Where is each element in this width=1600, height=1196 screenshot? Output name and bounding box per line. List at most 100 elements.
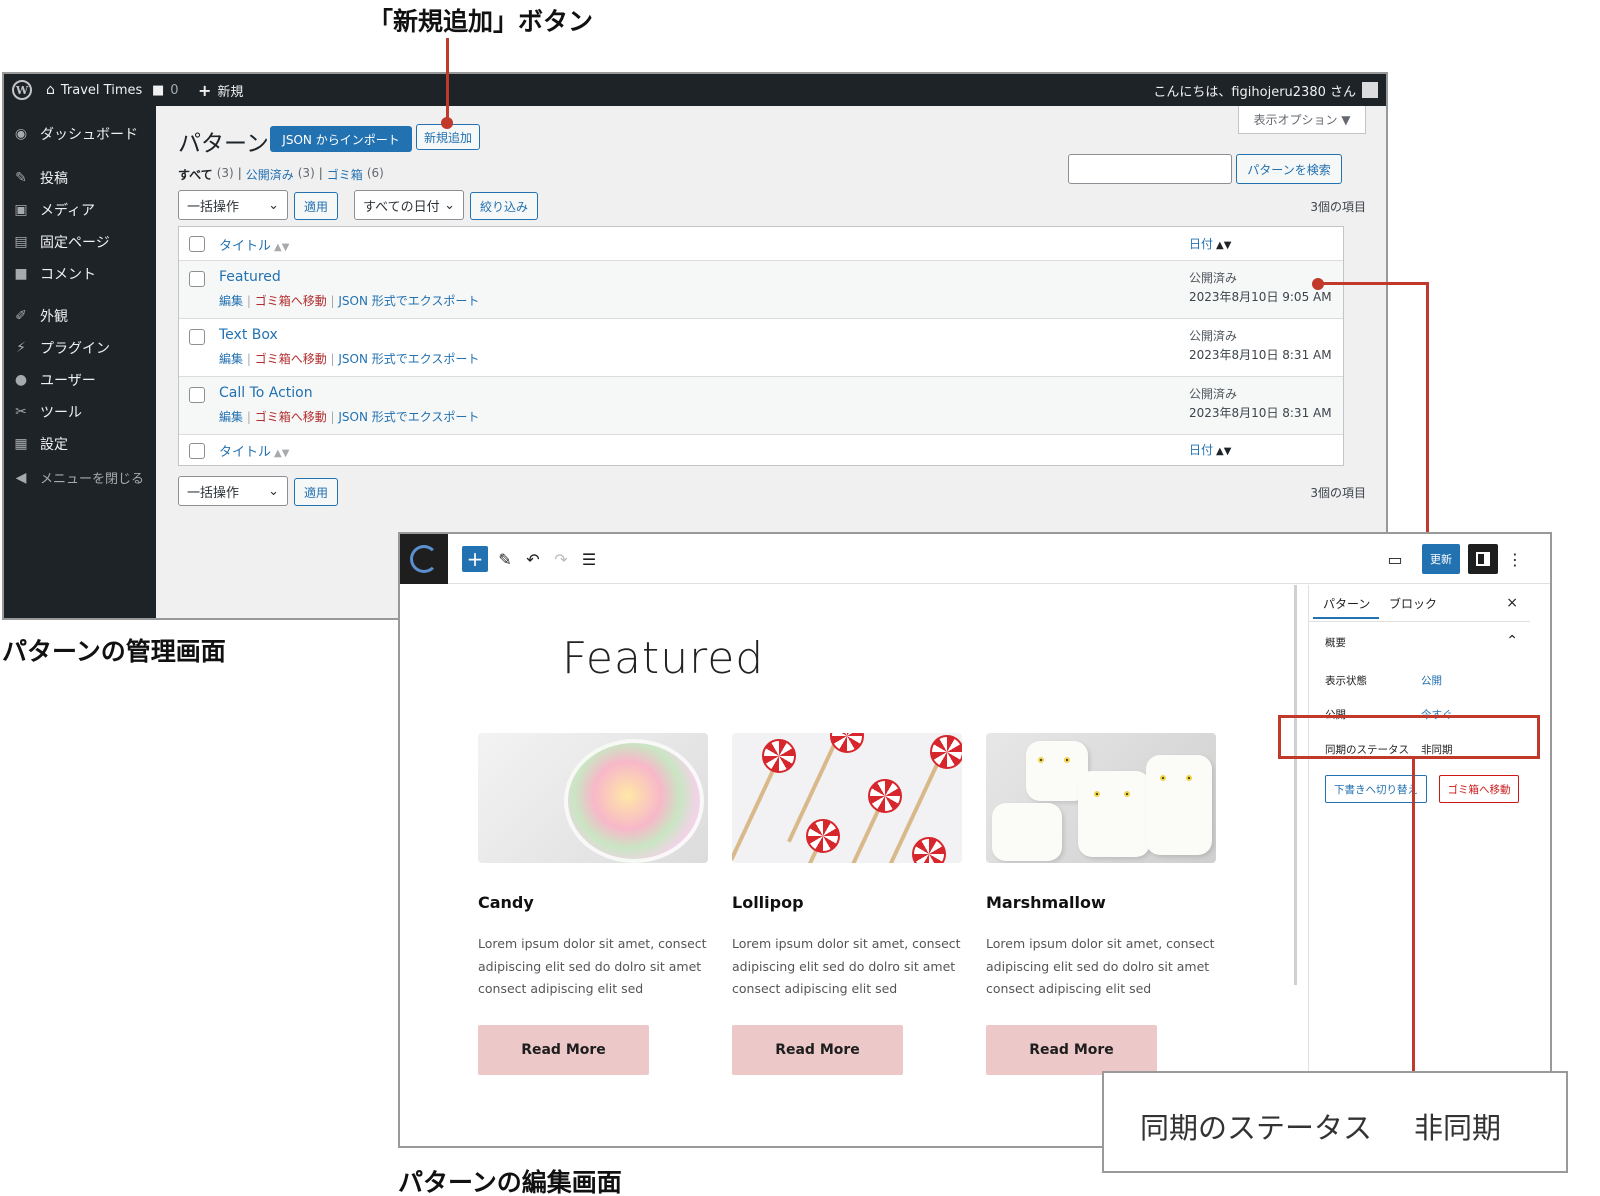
move-to-trash-button[interactable]: ゴミ箱へ移動 [1439,775,1519,803]
date-column-footer[interactable]: 日付 ▲▼ [1189,441,1231,458]
date-column-header[interactable]: 日付 ▲▼ [1189,235,1231,252]
site-name-link[interactable]: ⌂ Travel Times [46,74,142,106]
sidebar-item-3[interactable]: ▤ 固定ページ [12,232,109,252]
read-more-button[interactable]: Read More [986,1025,1157,1075]
editor-toolbar: + ✎ ↶ ↷ ☰ ▭ 更新 ⋮ [400,534,1550,584]
settings-icon: ▦ [14,436,28,452]
card-text[interactable]: Lorem ipsum dolor sit amet, consect adip… [986,933,1218,1001]
bulk-action-select-top[interactable]: 一括操作 ⌄ [178,190,288,220]
summary-panel-toggle[interactable]: 概要 [1325,635,1346,650]
chevron-up-icon[interactable]: ⌃ [1506,633,1518,649]
search-patterns-button[interactable]: パターンを検索 [1236,154,1342,184]
apply-button-top[interactable]: 適用 [294,192,338,220]
row-date: 2023年8月10日 8:31 AM [1189,406,1332,420]
title-column-footer[interactable]: タイトル ▲▼ [219,441,289,460]
marshmallow-image[interactable] [986,733,1216,863]
sidebar-item-5[interactable]: ✐ 外観 [12,306,68,326]
leader-line-featured-h [1318,282,1428,285]
leader-line-featured-v [1426,282,1429,532]
sidebar-item-label: 投稿 [40,171,68,187]
sidebar-item-6[interactable]: ⚡ プラグイン [12,338,110,358]
card-text[interactable]: Lorem ipsum dolor sit amet, consect adip… [732,933,964,1001]
filter-all[interactable]: すべて [178,166,213,183]
document-overview-button[interactable]: ☰ [576,546,602,572]
plus-icon: + [198,80,212,100]
patterns-table: タイトル ▲▼ 日付 ▲▼ Featured 編集 | ゴミ箱へ移動 | JSON … [178,226,1344,466]
filter-button[interactable]: 絞り込み [470,192,538,220]
card-title[interactable]: Marshmallow [986,893,1106,912]
account-menu[interactable]: こんにちは、figihojeru2380 さん [1153,74,1378,106]
sidebar-item-7[interactable]: ● ユーザー [12,370,96,390]
comment-icon: ■ [14,266,28,282]
row-checkbox[interactable] [189,329,205,345]
wp-logo-menu[interactable]: W [12,74,32,106]
status-filter-links: すべて (3) | 公開済み (3) | ゴミ箱 (6) [178,166,384,183]
row-title-link[interactable]: Call To Action [219,385,313,401]
filter-published[interactable]: 公開済み [246,166,294,183]
settings-toggle-button[interactable] [1468,544,1498,574]
filter-trash[interactable]: ゴミ箱 [327,166,363,183]
title-column-header[interactable]: タイトル ▲▼ [219,235,289,254]
lollipop-image[interactable] [732,733,962,863]
bulk-action-select-bottom[interactable]: 一括操作 ⌄ [178,476,288,506]
screen-options-button[interactable]: 表示オプション ▼ [1238,106,1366,134]
close-icon[interactable]: × [1506,595,1518,611]
tools-button[interactable]: ✎ [492,546,518,572]
tab-block[interactable]: ブロック [1389,595,1437,612]
pattern-editor-screen: + ✎ ↶ ↷ ☰ ▭ 更新 ⋮ Featured Candy Lorem ip… [398,532,1552,1148]
sidebar-item-1[interactable]: ✎ 投稿 [12,168,68,188]
candy-image[interactable] [478,733,708,863]
date-filter-select[interactable]: すべての日付 ⌄ [354,190,464,220]
read-more-button[interactable]: Read More [732,1025,903,1075]
visibility-value[interactable]: 公開 [1421,673,1442,688]
undo-button[interactable]: ↶ [520,546,546,572]
figure: 「新規追加」ボタン W ⌂ Travel Times ■ 0 + 新規 こんにち… [0,0,1600,1196]
zoom-sync-value: 非同期 [1414,1111,1502,1145]
tab-pattern[interactable]: パターン [1323,595,1370,612]
row-checkbox[interactable] [189,387,205,403]
dashboard-icon: ◉ [14,126,28,142]
site-icon[interactable] [400,534,448,584]
row-title-link[interactable]: Featured [219,269,281,285]
sidebar-item-0[interactable]: ◉ ダッシュボード [12,124,138,144]
apply-button-bottom[interactable]: 適用 [294,478,338,506]
page-title: パターン [178,131,269,157]
admin-bar: W ⌂ Travel Times ■ 0 + 新規 こんにちは、figihoje… [4,74,1386,106]
options-button[interactable]: ⋮ [1502,546,1528,572]
site-logo-icon [410,545,438,573]
zoom-sync-label: 同期のステータス [1140,1111,1373,1145]
new-content-link[interactable]: + 新規 [198,74,243,106]
row-checkbox[interactable] [189,271,205,287]
update-button[interactable]: 更新 [1422,544,1460,574]
sort-icon: ▲▼ [274,448,290,459]
card-title[interactable]: Lollipop [732,893,804,912]
sidebar-item-8[interactable]: ✂ ツール [12,402,82,422]
comments-link[interactable]: ■ 0 [152,74,179,106]
sidebar-item-9[interactable]: ▦ 設定 [12,434,68,454]
select-all-checkbox-bottom[interactable] [189,443,205,459]
select-all-checkbox[interactable] [189,236,205,252]
more-vertical-icon: ⋮ [1507,549,1523,569]
pattern-heading[interactable]: Featured [562,633,764,684]
sidebar-item-2[interactable]: ▣ メディア [12,200,95,220]
sidebar-item-label: コメント [40,267,96,283]
json-import-button[interactable]: JSON からインポート [270,126,412,152]
canvas-scrollbar[interactable] [1294,585,1297,985]
sidebar-item-label: 設定 [40,437,68,453]
row-status: 公開済み [1189,271,1238,285]
search-input[interactable] [1068,154,1232,184]
read-more-button[interactable]: Read More [478,1025,649,1075]
caption-new-button: 「新規追加」ボタン [368,7,594,36]
plus-icon: + [466,547,484,571]
list-view-icon: ☰ [581,549,597,569]
row-title-link[interactable]: Text Box [219,327,278,343]
preview-button[interactable]: ▭ [1382,546,1408,572]
redo-button[interactable]: ↷ [548,546,574,572]
card-text[interactable]: Lorem ipsum dolor sit amet, consect adip… [478,933,710,1001]
block-inserter-button[interactable]: + [462,546,488,572]
editor-settings-sidebar: パターン ブロック × 概要 ⌃ 表示状態 公開 公開 今すぐ 同期のステータス… [1308,585,1530,1146]
sidebar-item-10[interactable]: ◀ メニューを閉じる [12,468,144,488]
sort-icon: ▲▼ [1216,240,1232,251]
card-title[interactable]: Candy [478,893,534,912]
sidebar-item-4[interactable]: ■ コメント [12,264,96,284]
